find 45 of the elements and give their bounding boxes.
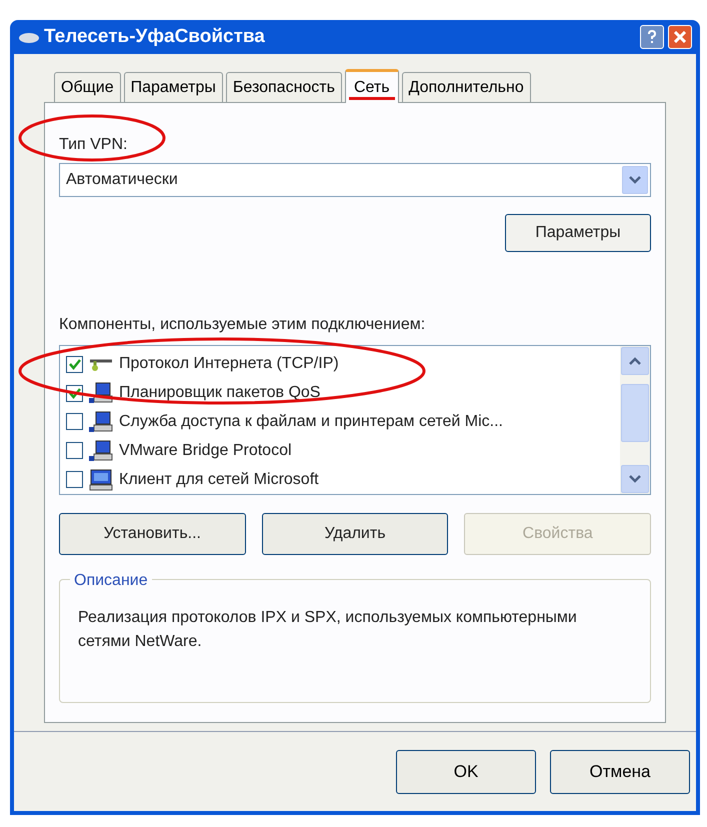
annotation-underline	[348, 97, 395, 100]
help-icon	[647, 30, 657, 44]
tab[interactable]: Безопасность	[226, 72, 342, 102]
dialog-button[interactable]: OK	[396, 750, 536, 794]
component-name[interactable]: VMware Bridge Protocol	[119, 438, 292, 463]
component-name[interactable]: Планировщик пакетов QoS	[119, 381, 320, 406]
computer-icon	[89, 410, 113, 433]
checkbox[interactable]	[66, 413, 83, 430]
action-button[interactable]: Установить...	[59, 513, 246, 555]
chevron-down-icon	[629, 176, 641, 184]
network-cloud-icon	[18, 30, 40, 44]
tab[interactable]: Общие	[54, 72, 121, 102]
scroll-thumb[interactable]	[621, 384, 649, 442]
computer-icon	[89, 440, 113, 462]
components-label: Компоненты, используемые этим подключением:	[59, 315, 426, 335]
component-name[interactable]: Клиент для сетей Microsoft	[119, 468, 319, 492]
help-button[interactable]	[640, 25, 664, 49]
checkbox[interactable]	[66, 356, 83, 373]
vpn-type-dropdown[interactable]: Автоматически	[59, 163, 651, 197]
dropdown-value: Автоматически	[66, 170, 179, 190]
close-button[interactable]	[668, 25, 692, 49]
vpn-type-label: Тип VPN:	[59, 135, 128, 155]
dialog-button[interactable]: Отмена	[550, 750, 690, 794]
settings-button[interactable]: Параметры	[505, 214, 651, 252]
chevron-down-icon	[629, 475, 641, 483]
scrollbar[interactable]	[620, 346, 650, 494]
close-icon	[674, 31, 686, 43]
computer-icon	[89, 382, 113, 404]
window-title: Телесеть-УфаСвойства	[44, 24, 266, 49]
scroll-up-button[interactable]	[621, 347, 649, 375]
component-name[interactable]: Протокол Интернета (TCP/IP)	[119, 352, 339, 376]
scroll-down-button[interactable]	[621, 465, 649, 493]
tab[interactable]: Сеть	[344, 69, 399, 103]
component-name[interactable]: Служба доступа к файлам и принтерам сетей Mic...	[119, 410, 503, 434]
chevron-up-icon	[629, 357, 641, 365]
action-button[interactable]: Удалить	[262, 513, 448, 555]
checkbox[interactable]	[66, 471, 83, 488]
dropdown-arrow-button[interactable]	[622, 166, 648, 194]
tab[interactable]: Дополнительно	[402, 72, 531, 102]
tab[interactable]: Параметры	[124, 72, 223, 102]
computer-icon	[89, 468, 113, 491]
checkmark-icon	[68, 388, 80, 399]
description-text: Реализация протоколов IPX и SPX, используемых компьютерными сетями NetWare.	[78, 608, 578, 652]
checkbox[interactable]	[66, 442, 83, 460]
checkmark-icon	[68, 358, 80, 370]
